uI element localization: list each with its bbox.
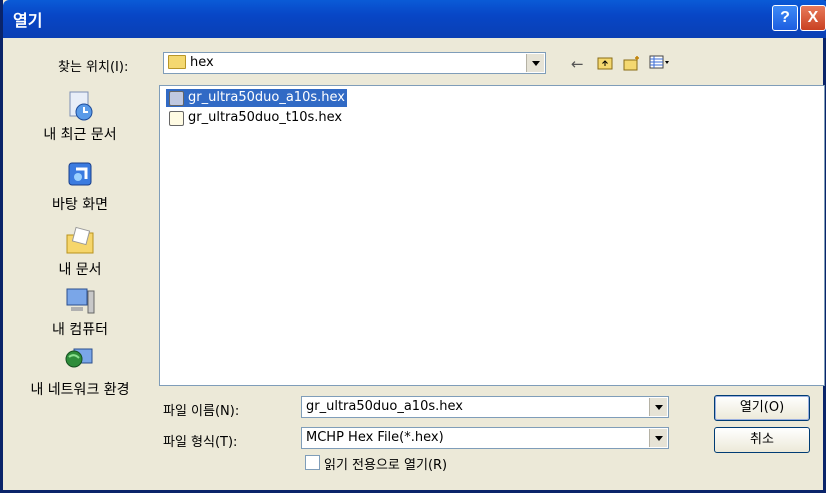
place-label: 내 문서 — [58, 262, 102, 278]
place-label: 내 컴퓨터 — [52, 322, 108, 338]
up-folder-icon[interactable] — [597, 55, 613, 74]
chevron-down-icon[interactable] — [649, 398, 667, 416]
open-button[interactable]: 열기(O) — [714, 395, 810, 421]
place-network[interactable]: 내 네트워크 환경 — [10, 345, 150, 399]
view-menu-icon[interactable] — [649, 55, 671, 73]
place-label: 내 최근 문서 — [43, 127, 117, 143]
filetype-label: 파일 형식(T): — [163, 435, 238, 450]
chevron-down-icon[interactable] — [649, 429, 667, 447]
recent-documents-icon — [64, 90, 96, 122]
file-name: gr_ultra50duo_t10s.hex — [188, 110, 343, 125]
look-in-label: 찾는 위치(I): — [58, 60, 129, 75]
chevron-down-icon[interactable] — [526, 54, 544, 72]
file-item[interactable]: gr_ultra50duo_t10s.hex — [166, 109, 344, 127]
folder-icon — [168, 54, 186, 69]
hex-file-icon — [169, 91, 184, 106]
title-bar[interactable]: 열기 ? X — [3, 0, 826, 38]
place-label: 내 네트워크 환경 — [30, 382, 130, 398]
network-icon — [64, 345, 96, 377]
file-name: gr_ultra50duo_a10s.hex — [188, 90, 345, 105]
readonly-checkbox[interactable] — [305, 455, 320, 470]
filename-label: 파일 이름(N): — [163, 404, 240, 419]
filename-value: gr_ultra50duo_a10s.hex — [306, 399, 463, 414]
new-folder-icon[interactable] — [623, 55, 641, 75]
look-in-dropdown[interactable]: hex — [163, 52, 546, 74]
help-button[interactable]: ? — [772, 5, 798, 31]
close-button[interactable]: X — [800, 5, 826, 31]
desktop-icon — [64, 160, 96, 192]
my-documents-icon — [64, 225, 96, 257]
back-arrow-icon[interactable]: ← — [571, 55, 584, 73]
place-my-computer[interactable]: 내 컴퓨터 — [10, 285, 150, 339]
hex-file-icon — [169, 111, 184, 126]
file-item[interactable]: gr_ultra50duo_a10s.hex — [166, 89, 347, 107]
filetype-value: MCHP Hex File(*.hex) — [306, 430, 444, 445]
filename-input[interactable]: gr_ultra50duo_a10s.hex — [301, 396, 669, 418]
file-list[interactable]: gr_ultra50duo_a10s.hex gr_ultra50duo_t10… — [159, 85, 825, 386]
place-my-documents[interactable]: 내 문서 — [10, 225, 150, 279]
window-title: 열기 — [13, 13, 43, 30]
readonly-label[interactable]: 읽기 전용으로 열기(R) — [324, 454, 447, 473]
open-dialog: 열기 ? X 찾는 위치(I): hex ← 내 최근 문서 바탕 화면 내 문… — [0, 0, 826, 493]
places-bar: 내 최근 문서 바탕 화면 내 문서 내 컴퓨터 내 네트워크 환경 — [10, 80, 150, 410]
place-desktop[interactable]: 바탕 화면 — [10, 160, 150, 214]
filetype-dropdown[interactable]: MCHP Hex File(*.hex) — [301, 427, 669, 449]
my-computer-icon — [64, 285, 96, 317]
look-in-value: hex — [190, 55, 214, 70]
place-recent-documents[interactable]: 내 최근 문서 — [10, 90, 150, 144]
place-label: 바탕 화면 — [52, 197, 108, 213]
cancel-button[interactable]: 취소 — [714, 427, 810, 453]
